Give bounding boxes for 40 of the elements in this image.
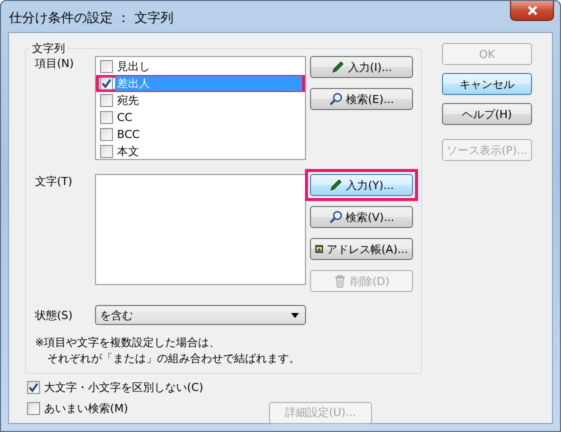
dialog-button[interactable]: 入力(I)...: [310, 56, 413, 78]
field-label: 状態(S): [34, 308, 74, 322]
field-label: 項目(N): [34, 56, 75, 71]
note-text: それぞれが「または」の組み合わせで結ばれます。: [46, 351, 301, 367]
list-item[interactable]: 見出し: [115, 59, 302, 74]
note-text: ※項目や文字を複数設定した場合は、: [35, 335, 222, 351]
text-field[interactable]: [95, 174, 306, 285]
checkbox[interactable]: [100, 60, 113, 73]
pencil-icon: [330, 60, 345, 74]
state-dropdown[interactable]: を含む: [95, 305, 306, 325]
list-item[interactable]: CC: [115, 110, 302, 125]
checkbox-label[interactable]: あいまい検索(M): [44, 401, 128, 416]
dialog-button[interactable]: キャンセル: [442, 73, 532, 95]
dialog-button[interactable]: アドレス帳(A)...: [310, 238, 413, 260]
list-item[interactable]: 本文: [115, 144, 302, 159]
dialog-button[interactable]: 検索(E)...: [310, 88, 413, 110]
list-item[interactable]: 宛先: [115, 93, 302, 108]
address-book-icon: [315, 242, 324, 256]
checkbox[interactable]: [27, 402, 40, 415]
dialog-button[interactable]: 入力(Y)...: [310, 174, 413, 196]
group-title: 文字列: [31, 41, 66, 56]
checkbox[interactable]: [100, 77, 113, 90]
close-button[interactable]: [510, 1, 554, 21]
trash-icon: [333, 274, 348, 288]
list-item[interactable]: BCC: [115, 127, 302, 142]
search-icon: [328, 210, 343, 224]
window-title: 仕分け条件の設定 ： 文字列: [9, 10, 174, 27]
checkbox[interactable]: [100, 128, 113, 141]
search-icon: [328, 92, 343, 106]
field-label: 文字(T): [34, 174, 74, 189]
close-icon: [526, 5, 538, 16]
dropdown-arrow-icon: [291, 312, 299, 318]
checkbox[interactable]: [100, 145, 113, 158]
checkbox[interactable]: [27, 381, 40, 394]
pencil-icon: [329, 178, 344, 192]
checkbox-label[interactable]: 大文字・小文字を区別しない(C): [44, 380, 204, 395]
checkbox[interactable]: [100, 94, 113, 107]
dialog-button[interactable]: ヘルプ(H): [442, 103, 532, 125]
checkbox[interactable]: [100, 111, 113, 124]
dialog-button[interactable]: 検索(V)...: [310, 206, 413, 228]
